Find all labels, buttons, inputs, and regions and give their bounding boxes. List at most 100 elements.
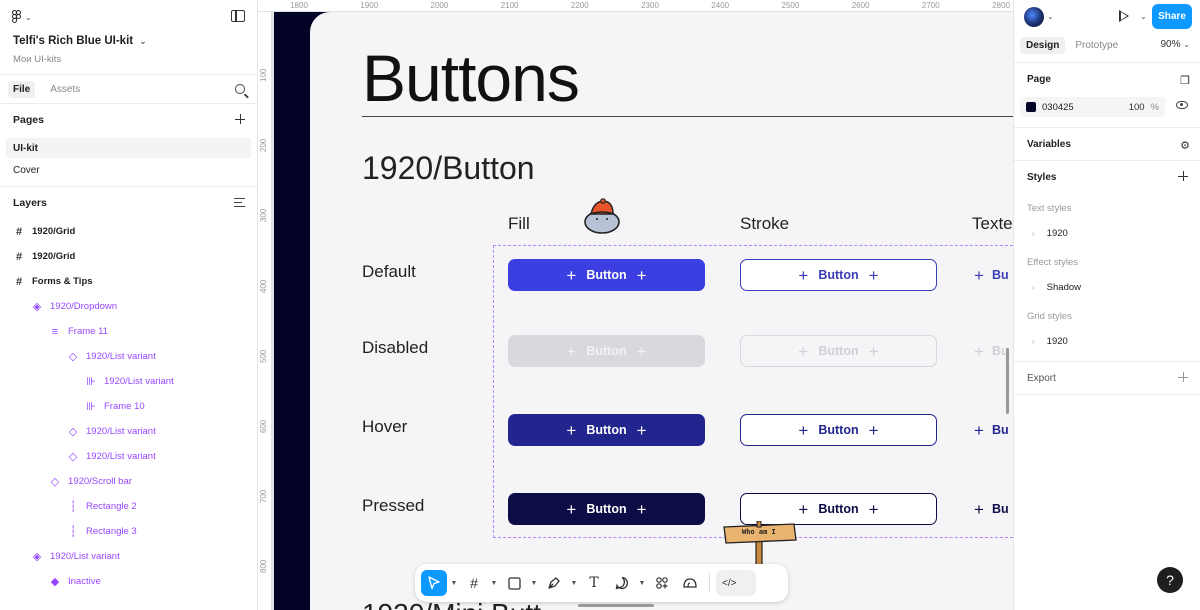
chevron-down-icon[interactable]: ▼ xyxy=(529,580,539,587)
layer-row[interactable]: #1920/Grid xyxy=(0,244,257,269)
file-title[interactable]: Telfi's Rich Blue UI-kit ⌄ xyxy=(13,35,147,47)
tab-file[interactable]: File xyxy=(8,80,36,98)
eye-icon[interactable] xyxy=(1176,101,1188,109)
layer-name: Frame 11 xyxy=(68,326,108,337)
ruler-tick-label: 600 xyxy=(259,419,268,433)
export-header[interactable]: Export xyxy=(1014,362,1200,394)
layer-name: 1920/List variant xyxy=(104,376,174,387)
ruler-tick-label: 2700 xyxy=(921,1,940,10)
pages-heading: Pages xyxy=(13,114,44,126)
zoom-value: 90% xyxy=(1160,39,1181,50)
page-color-hex[interactable]: 030425 xyxy=(1042,102,1074,113)
fill-button[interactable]: + Button + xyxy=(508,493,705,525)
layer-row[interactable]: ◇ 1920/List variant xyxy=(0,444,257,469)
library-icon[interactable]: ❒ xyxy=(1180,74,1190,87)
section-title[interactable]: Buttons xyxy=(362,40,580,116)
fill-button[interactable]: + Button + xyxy=(508,414,705,446)
vertical-scrollbar[interactable] xyxy=(1006,348,1009,414)
tab-design[interactable]: Design xyxy=(1020,36,1066,54)
pen-icon xyxy=(548,577,560,589)
project-name[interactable]: Мои UI-kits xyxy=(13,54,61,65)
effect-style-item[interactable]: › Shadow xyxy=(1014,273,1200,301)
component-title[interactable]: 1920/Button xyxy=(362,150,535,187)
frame-icon: # xyxy=(15,250,23,263)
ruler-tick-label: 700 xyxy=(259,489,268,504)
layer-name: 1920/List variant xyxy=(50,551,120,562)
layer-row[interactable]: ◈ 1920/List variant xyxy=(0,544,257,569)
title-divider xyxy=(362,116,1013,117)
layer-name: 1920/Scroll bar xyxy=(68,476,132,487)
avatar[interactable] xyxy=(1024,7,1044,27)
page-item-cover[interactable]: Cover xyxy=(6,160,251,180)
main-menu-button[interactable]: ⌄ xyxy=(12,10,32,24)
share-button[interactable]: Share xyxy=(1152,4,1192,29)
chevron-down-icon[interactable]: ▼ xyxy=(569,580,579,587)
shape-tool-button[interactable] xyxy=(501,570,527,596)
sliders-icon[interactable]: ⚙ xyxy=(1180,139,1190,152)
pen-tool-button[interactable] xyxy=(541,570,567,596)
add-style-icon[interactable] xyxy=(1178,171,1188,181)
search-icon[interactable] xyxy=(235,84,245,94)
layer-row[interactable]: # Forms & Tips xyxy=(0,269,257,294)
layer-row[interactable]: ◇ 1920/List variant xyxy=(0,419,257,444)
layers-list-icon[interactable] xyxy=(234,198,245,207)
move-tool-button[interactable] xyxy=(421,570,447,596)
chevron-down-icon[interactable]: ⌄ xyxy=(1140,12,1147,21)
page-opacity[interactable]: 100 xyxy=(1129,102,1151,113)
layer-row[interactable]: ≡ Frame 11 xyxy=(0,319,257,344)
page-header: Page ❒ xyxy=(1014,63,1200,95)
plus-icon: + xyxy=(974,420,984,440)
color-swatch[interactable] xyxy=(1026,102,1036,112)
page-color-field[interactable]: 030425 100 % xyxy=(1020,97,1165,117)
plus-icon: + xyxy=(636,420,647,440)
chevron-down-icon[interactable]: ▼ xyxy=(637,580,647,587)
frame-icon: # xyxy=(470,575,478,591)
variables-section: Variables ⚙ xyxy=(1014,127,1200,160)
grid-styles-label: Grid styles xyxy=(1027,310,1072,322)
frame-tool-button[interactable]: # xyxy=(461,570,487,596)
mascot-sticker-icon[interactable] xyxy=(582,197,622,235)
layer-row[interactable]: ◇ 1920/Scroll bar xyxy=(0,469,257,494)
plugins-tool-button[interactable] xyxy=(677,570,703,596)
stroke-button[interactable]: + Button + xyxy=(740,414,937,446)
stroke-button[interactable]: + Button + xyxy=(740,335,937,367)
layer-name: 1920/Grid xyxy=(32,226,76,237)
actions-tool-button[interactable] xyxy=(649,570,675,596)
layer-row[interactable]: ⊪ Frame 10 xyxy=(0,394,257,419)
ruler-tick-label: 800 xyxy=(259,560,268,574)
sidebar-toggle-icon[interactable] xyxy=(231,10,245,22)
layer-row[interactable]: #1920/Grid xyxy=(0,219,257,244)
comment-tool-button[interactable] xyxy=(609,570,635,596)
layer-row[interactable]: ⊪ 1920/List variant xyxy=(0,369,257,394)
chevron-down-icon[interactable]: ▼ xyxy=(449,580,459,587)
grid-style-item[interactable]: › 1920 xyxy=(1014,327,1200,355)
variables-header[interactable]: Variables ⚙ xyxy=(1014,128,1200,160)
ruler-tick-label: 2600 xyxy=(851,1,870,10)
tab-prototype[interactable]: Prototype xyxy=(1069,37,1124,54)
stroke-button[interactable]: + Button + xyxy=(740,259,937,291)
fill-button[interactable]: + Button + xyxy=(508,259,705,291)
horizontal-scrollbar[interactable] xyxy=(578,604,654,607)
layer-row[interactable]: ┆ Rectangle 3 xyxy=(0,519,257,544)
chevron-down-icon[interactable]: ▼ xyxy=(489,580,499,587)
component-icon: ◆ xyxy=(50,576,60,588)
plus-icon: + xyxy=(974,265,984,285)
tab-assets[interactable]: Assets xyxy=(45,81,85,98)
layer-row[interactable]: ◆ Inactive xyxy=(0,569,257,594)
chevron-down-icon[interactable]: ⌄ xyxy=(1047,12,1054,21)
instance-icon: ◇ xyxy=(50,476,60,488)
fill-button[interactable]: + Button + xyxy=(508,335,705,367)
add-page-icon[interactable] xyxy=(235,114,245,124)
page-item-ui-kit[interactable]: UI-kit xyxy=(6,138,251,158)
layer-row[interactable]: ◇ 1920/List variant xyxy=(0,344,257,369)
ruler-tick-label: 300 xyxy=(259,209,268,223)
text-style-item[interactable]: › 1920 xyxy=(1014,219,1200,247)
dev-mode-toggle[interactable]: </> xyxy=(716,570,756,596)
text-tool-button[interactable]: T xyxy=(581,570,607,596)
zoom-level[interactable]: 90% ⌄ xyxy=(1161,39,1191,50)
add-export-icon[interactable] xyxy=(1178,372,1188,382)
help-button[interactable]: ? xyxy=(1157,567,1183,593)
layer-row[interactable]: ┆ Rectangle 2 xyxy=(0,494,257,519)
layer-row[interactable]: ◈ 1920/Dropdown xyxy=(0,294,257,319)
present-play-icon[interactable] xyxy=(1119,10,1129,22)
